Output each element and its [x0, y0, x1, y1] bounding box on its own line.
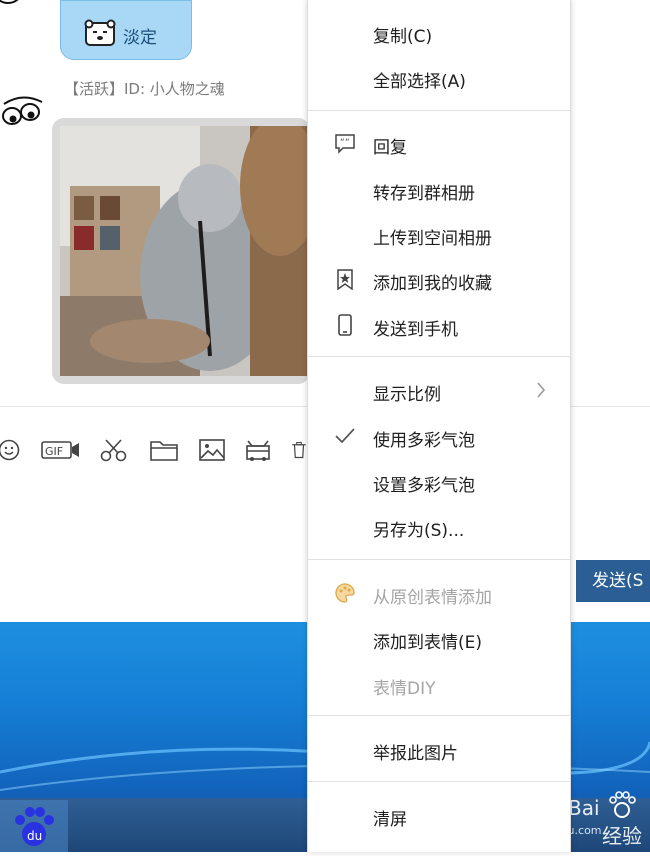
- svg-text:du: du: [27, 829, 42, 843]
- menu-item-label: 全部选择(A): [373, 72, 466, 92]
- menu-item-label: 发送到手机: [373, 320, 458, 340]
- svg-text:“: “: [340, 138, 345, 148]
- menu-item-reply[interactable]: “ “ 回复: [308, 126, 570, 160]
- send-image-button[interactable]: [197, 436, 227, 464]
- menu-item-label: 清屏: [373, 810, 407, 830]
- baidu-paw-icon: du: [0, 800, 68, 852]
- avatar-icon[interactable]: [0, 0, 34, 14]
- menu-separator: [308, 356, 570, 357]
- image-icon: [199, 439, 225, 461]
- menu-item-add-to-favorites[interactable]: 添加到我的收藏: [308, 262, 570, 296]
- sender-badge: 【活跃】ID: 小人物之魂: [64, 80, 225, 98]
- menu-item-label: 复制(C): [373, 27, 433, 47]
- menu-item-add-from-original-stickers: 从原创表情添加: [308, 576, 570, 610]
- menu-item-copy[interactable]: 复制(C): [308, 15, 570, 49]
- menu-item-label: 上传到空间相册: [373, 229, 492, 249]
- photo-content-icon: [60, 126, 308, 376]
- menu-item-upload-to-zone-album[interactable]: 上传到空间相册: [308, 217, 570, 251]
- menu-item-label: 添加到表情(E): [373, 633, 483, 653]
- menu-item-add-to-stickers[interactable]: 添加到表情(E): [308, 621, 570, 655]
- menu-item-save-to-group-album[interactable]: 转存到群相册: [308, 172, 570, 206]
- scissors-icon: [100, 439, 127, 462]
- bookmark-star-icon: [337, 269, 353, 290]
- emoji-icon: [0, 439, 20, 461]
- menu-separator: [308, 781, 570, 782]
- menu-item-label: 从原创表情添加: [373, 588, 492, 608]
- menu-item-save-as[interactable]: 另存为(S)...: [308, 509, 570, 543]
- menu-item-label: 设置多彩气泡: [373, 476, 475, 496]
- menu-separator: [308, 559, 570, 560]
- chevron-right-icon: [537, 382, 546, 398]
- menu-item-label: 表情DIY: [373, 679, 436, 699]
- menu-item-label: 添加到我的收藏: [373, 274, 492, 294]
- delete-button[interactable]: [290, 436, 308, 464]
- emoji-button[interactable]: [0, 436, 22, 464]
- gift-button[interactable]: [243, 436, 273, 464]
- gift-icon: [246, 440, 270, 461]
- menu-separator: [308, 110, 570, 111]
- gif-label: GIF: [45, 445, 63, 458]
- reply-quote-icon: “ “: [335, 134, 355, 154]
- menu-item-label: 另存为(S)...: [373, 521, 465, 541]
- menu-item-label: 回复: [373, 138, 407, 158]
- menu-item-send-to-phone[interactable]: 发送到手机: [308, 308, 570, 342]
- menu-item-use-colorful-bubble[interactable]: 使用多彩气泡: [308, 419, 570, 453]
- sticker-bubble-label: 淡定: [123, 28, 157, 48]
- context-menu: 复制(C) 全部选择(A) “ “ 回复 转存到群相册 上传到空间相册 添加到我…: [307, 0, 571, 852]
- send-file-button[interactable]: [148, 436, 180, 464]
- phone-icon: [338, 314, 352, 336]
- menu-item-report-image[interactable]: 举报此图片: [308, 732, 570, 766]
- menu-item-sticker-diy: 表情DIY: [308, 667, 570, 701]
- taskbar-baidu-app[interactable]: du: [0, 800, 70, 852]
- checkmark-icon: [335, 428, 355, 444]
- gif-button[interactable]: GIF: [40, 436, 82, 464]
- menu-item-display-ratio[interactable]: 显示比例: [308, 373, 570, 407]
- gif-icon: GIF: [41, 441, 79, 459]
- palette-icon: [335, 583, 355, 603]
- menu-item-label: 转存到群相册: [373, 184, 475, 204]
- menu-item-clear-screen[interactable]: 清屏: [308, 798, 570, 832]
- menu-item-label: 举报此图片: [373, 744, 458, 764]
- sticker-bubble[interactable]: 淡定: [60, 0, 192, 60]
- menu-item-label: 使用多彩气泡: [373, 431, 475, 451]
- watermark-paw-icon: [609, 791, 636, 818]
- menu-separator: [308, 715, 570, 716]
- screenshot-button[interactable]: [98, 436, 130, 464]
- menu-item-label: 显示比例: [373, 385, 441, 405]
- send-button[interactable]: 发送(S: [576, 560, 650, 602]
- menu-item-set-colorful-bubble[interactable]: 设置多彩气泡: [308, 464, 570, 498]
- sender-avatar-icon[interactable]: [0, 94, 44, 130]
- bear-face-icon: [84, 19, 116, 46]
- folder-icon: [150, 441, 178, 461]
- menu-item-select-all[interactable]: 全部选择(A): [308, 60, 570, 94]
- svg-text:“: “: [345, 138, 350, 148]
- trash-icon: [292, 441, 306, 459]
- image-message[interactable]: [60, 126, 308, 376]
